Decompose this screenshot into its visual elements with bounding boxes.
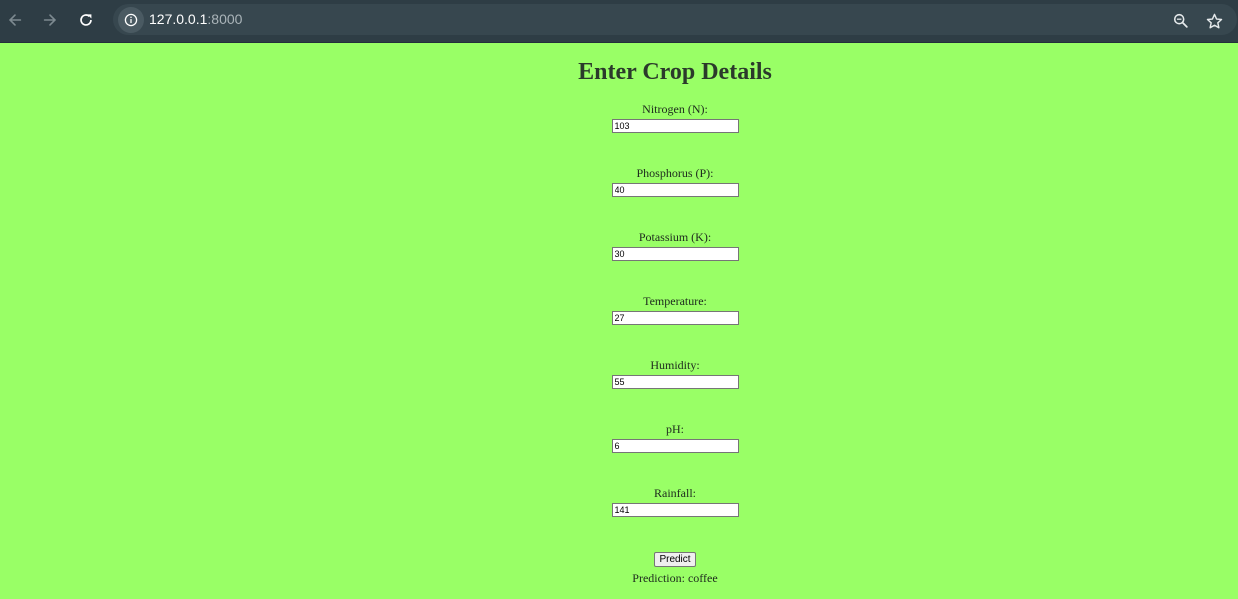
temperature-input[interactable] [611,311,739,325]
potassium-field-group: Potassium (K): [0,230,1238,261]
url-host: 127.0.0.1 [149,11,208,27]
prediction-result: Prediction: coffee [632,571,718,585]
phosphorus-label: Phosphorus (P): [636,166,714,180]
back-button[interactable] [2,7,28,33]
phosphorus-field-group: Phosphorus (P): [0,166,1238,197]
temperature-field-group: Temperature: [0,294,1238,325]
zoom-magnifier-icon [1173,13,1188,28]
info-icon [124,13,138,27]
url-port: :8000 [207,11,243,27]
forward-button[interactable] [37,7,63,33]
zoom-button[interactable] [1171,11,1191,31]
address-bar[interactable]: 127.0.0.1:8000 [113,4,1237,35]
url-text: 127.0.0.1:8000 [149,11,242,27]
reload-icon [80,14,92,26]
ph-label: pH: [666,422,684,436]
site-info-button[interactable] [118,7,144,33]
potassium-input[interactable] [611,247,739,261]
predict-button[interactable]: Predict [654,552,696,567]
reload-button[interactable] [73,7,99,33]
forward-arrow-icon [43,14,57,26]
humidity-input[interactable] [611,375,739,389]
star-icon [1206,13,1222,28]
ph-input[interactable] [611,439,739,453]
rainfall-field-group: Rainfall: [0,486,1238,517]
nitrogen-input[interactable] [611,119,739,133]
phosphorus-input[interactable] [611,183,739,197]
browser-toolbar: 127.0.0.1:8000 [0,0,1238,43]
nitrogen-label: Nitrogen (N): [642,102,708,116]
rainfall-label: Rainfall: [654,486,696,500]
nitrogen-field-group: Nitrogen (N): [0,102,1238,133]
humidity-field-group: Humidity: [0,358,1238,389]
potassium-label: Potassium (K): [638,230,712,244]
back-arrow-icon [8,14,22,26]
humidity-label: Humidity: [650,358,700,372]
page-title: Enter Crop Details [578,59,772,85]
bookmark-button[interactable] [1204,11,1224,31]
temperature-label: Temperature: [643,294,707,308]
ph-field-group: pH: [0,422,1238,453]
rainfall-input[interactable] [611,503,739,517]
